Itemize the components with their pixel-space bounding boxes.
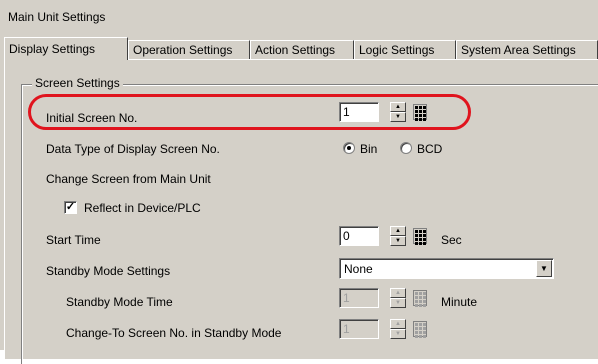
standby-time-input [339,288,379,308]
bcd-radio[interactable] [400,142,412,154]
standby-time-unit: Minute [441,295,478,309]
keypad-icon [413,290,427,307]
main-unit-settings-window: Main Unit Settings Display Settings Oper… [0,0,598,364]
spin-up-icon: ▲ [390,319,406,329]
change-to-screen-spinner: ▲ ▼ [390,319,406,339]
initial-screen-label: Initial Screen No. [46,111,138,125]
change-screen-label: Change Screen from Main Unit [46,172,211,186]
screen-settings-group [21,84,598,364]
tab-operation-settings[interactable]: Operation Settings [128,40,250,59]
spin-down-icon: ▼ [390,329,406,339]
spin-down-icon[interactable]: ▼ [390,236,406,246]
standby-mode-select[interactable]: None ▼ [339,258,554,279]
bin-radio-label: Bin [360,142,378,156]
tab-label: System Area Settings [461,43,576,57]
data-type-label: Data Type of Display Screen No. [46,142,220,156]
screen-settings-group-label: Screen Settings [32,76,123,90]
start-time-unit: Sec [441,233,462,247]
standby-time-spinner: ▲ ▼ [390,288,406,308]
start-time-label: Start Time [46,233,101,247]
spin-up-icon[interactable]: ▲ [390,226,406,236]
tab-logic-settings[interactable]: Logic Settings [354,40,456,59]
reflect-label: Reflect in Device/PLC [84,201,201,215]
keypad-icon[interactable] [413,228,427,245]
bcd-radio-label: BCD [417,142,443,156]
keypad-icon[interactable] [413,104,427,121]
spin-up-icon[interactable]: ▲ [390,102,406,112]
window-title: Main Unit Settings [8,10,106,24]
keypad-icon [413,321,427,338]
standby-mode-value: None [344,262,373,276]
bin-radio[interactable] [343,142,355,154]
tab-display-settings[interactable]: Display Settings [4,37,128,60]
start-time-spinner[interactable]: ▲ ▼ [390,226,406,246]
change-to-screen-input [339,319,379,339]
reflect-checkbox[interactable]: ✓ [64,201,77,214]
tab-label: Display Settings [9,42,96,56]
change-to-screen-label: Change-To Screen No. in Standby Mode [66,326,282,340]
standby-mode-label: Standby Mode Settings [46,264,171,278]
tab-bar: Display Settings Operation Settings Acti… [4,37,598,60]
tab-label: Operation Settings [133,43,233,57]
tab-label: Action Settings [255,43,336,57]
start-time-input[interactable] [339,226,379,246]
spin-down-icon: ▼ [390,298,406,308]
spin-down-icon[interactable]: ▼ [390,112,406,122]
check-icon: ✓ [65,201,76,213]
tab-system-area-settings[interactable]: System Area Settings [456,40,598,59]
spin-up-icon: ▲ [390,288,406,298]
initial-screen-spinner[interactable]: ▲ ▼ [390,102,406,122]
tab-action-settings[interactable]: Action Settings [250,40,354,59]
chevron-down-icon[interactable]: ▼ [536,260,552,277]
tab-label: Logic Settings [359,43,435,57]
standby-time-label: Standby Mode Time [66,295,173,309]
initial-screen-input[interactable] [339,102,379,122]
